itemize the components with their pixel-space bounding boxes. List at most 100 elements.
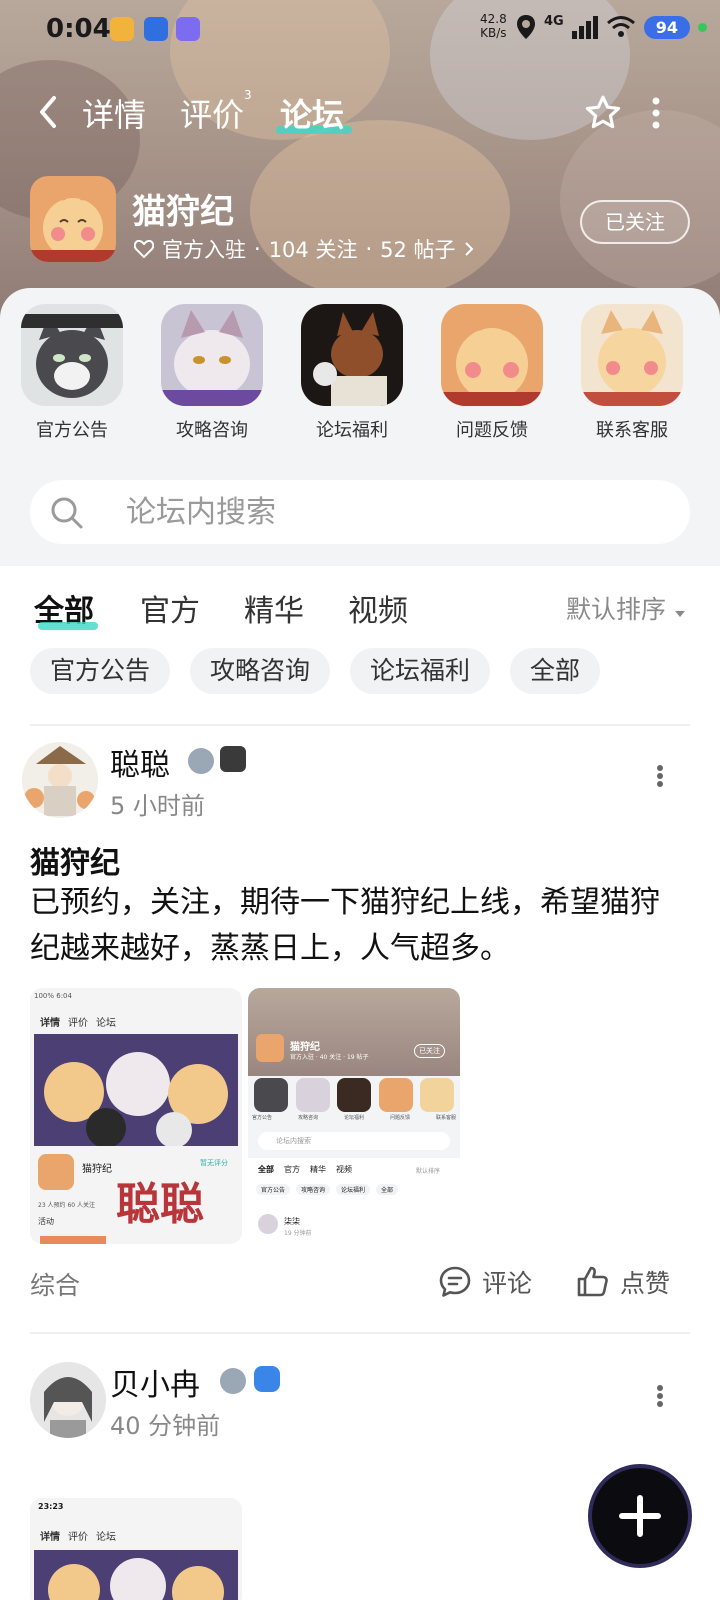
post-category-tag[interactable]: 综合 <box>30 1266 80 1302</box>
thumb-game-icon <box>256 1034 284 1062</box>
thumb-activity: 活动 <box>38 1217 54 1226</box>
category-label: 官方公告 <box>36 420 108 441</box>
thumb-meta: 官方入驻 · 40 关注 · 19 帖子 <box>290 1054 369 1061</box>
battery-badge: 94 <box>643 15 690 39</box>
forum-title: 猫狩纪 <box>132 192 234 232</box>
thumb-header <box>248 988 460 1076</box>
meta-dot: · <box>254 237 261 261</box>
thumb-icon-labels: 官方公告 攻略咨询 论坛福利 问题反馈 联系客服 <box>252 1115 456 1121</box>
thumb-status-time: 23:23 <box>38 1502 64 1511</box>
back-icon[interactable] <box>36 94 60 130</box>
star-icon[interactable] <box>584 94 622 132</box>
thumb-rating: 暂无评分 <box>200 1159 228 1167</box>
tab-forum[interactable]: 论坛 <box>280 90 344 136</box>
net-speed-unit: KB/s <box>480 26 507 40</box>
category-icon <box>441 304 543 406</box>
app-notification-icon <box>110 17 134 41</box>
caret-down-icon <box>674 611 685 617</box>
category-support[interactable]: 联系客服 <box>577 304 687 442</box>
category-announcements[interactable]: 官方公告 <box>17 304 127 442</box>
forum-avatar <box>30 176 116 262</box>
category-row: 官方公告 攻略咨询 论坛福利 问题反馈 联系客服 <box>0 304 720 444</box>
thumb-sort: 默认排序 <box>416 1168 441 1175</box>
thumb-artwork <box>34 1034 238 1146</box>
avatar[interactable] <box>22 742 98 818</box>
category-welfare[interactable]: 论坛福利 <box>297 304 407 442</box>
category-icon <box>301 304 403 406</box>
post-title[interactable]: 猫狩纪 <box>30 838 120 882</box>
tab-reviews[interactable]: 评价 <box>180 90 244 136</box>
thumb-game-name: 猫狩纪 <box>82 1164 112 1175</box>
chevron-right-icon <box>464 242 473 256</box>
thumb-time: 19 分钟前 <box>284 1230 312 1237</box>
post-image[interactable]: 23:23 详情 评价 论坛 <box>30 1498 242 1600</box>
thumb-search: 论坛内搜索 <box>258 1132 450 1150</box>
thumb-tabs: 详情 评价 论坛 <box>40 1018 116 1029</box>
follow-button[interactable]: 已关注 <box>580 200 690 244</box>
thumb-watermark: 聪聪 <box>116 1179 204 1230</box>
level-badge-icon <box>188 748 214 774</box>
filter-tab-official[interactable]: 官方 <box>140 586 200 630</box>
chip-guides[interactable]: 攻略咨询 <box>190 648 331 694</box>
search-icon <box>51 497 83 529</box>
thumb-avatar <box>258 1214 278 1234</box>
thumb-tabs: 详情 评价 论坛 <box>40 1532 116 1543</box>
post-image[interactable]: 猫狩纪 官方入驻 · 40 关注 · 19 帖子 已关注 官方公告 攻略咨询 论坛福… <box>248 988 460 1244</box>
search-box <box>30 480 690 544</box>
signal-icon <box>571 16 598 39</box>
thumb-chips: 官方公告 攻略咨询 论坛福利 全部 <box>256 1184 399 1195</box>
like-label: 点赞 <box>620 1269 671 1298</box>
privacy-indicator <box>697 22 707 32</box>
category-guides[interactable]: 攻略咨询 <box>157 304 267 442</box>
forum-meta[interactable]: 官方入驻 · 104 关注 · 52 帖子 <box>134 234 474 264</box>
chip-announcements[interactable]: 官方公告 <box>30 648 171 694</box>
status-bar: 0:04 42.8 KB/s 4G 94 <box>0 0 720 60</box>
category-label: 论坛福利 <box>316 420 388 441</box>
chip-all[interactable]: 全部 <box>510 648 601 694</box>
sort-dropdown[interactable]: 默认排序 <box>566 590 686 626</box>
avatar[interactable] <box>30 1362 106 1438</box>
thumb-game-icon <box>38 1154 74 1190</box>
game-badge-icon <box>220 746 246 772</box>
post-time: 5 小时前 <box>110 792 205 820</box>
post-author[interactable]: 聪聪 <box>110 740 170 784</box>
meta-dot: · <box>365 237 373 261</box>
category-label: 联系客服 <box>596 420 668 441</box>
more-vertical-icon[interactable] <box>656 1384 664 1408</box>
level-badge-icon <box>220 1368 246 1394</box>
post-body[interactable]: 已预约，关注，期待一下猫狩纪上线，希望猫狩纪越来越好，蒸蒸日上，人气超多。 <box>30 880 670 972</box>
status-time: 0:04 <box>46 14 111 44</box>
post-time: 40 分钟前 <box>110 1412 221 1440</box>
app-notification-icon <box>176 17 200 41</box>
filter-tab-video[interactable]: 视频 <box>348 586 408 630</box>
wifi-icon <box>606 16 635 37</box>
new-post-button[interactable] <box>592 1468 688 1564</box>
post-image[interactable]: 100% 6:04 详情 评价 论坛 猫狩纪 暂无评分 聪聪 23 人预约 60 人… <box>30 988 242 1244</box>
like-button[interactable]: 点赞 <box>576 1264 670 1300</box>
thumb-game-name: 猫狩纪 <box>290 1042 320 1053</box>
followers-count: 104 关注 <box>268 238 358 262</box>
divider <box>30 1332 690 1334</box>
official-badge: 官方入驻 <box>162 238 246 262</box>
app-notification-icon <box>144 17 168 41</box>
net-speed-value: 42.8 <box>480 12 507 26</box>
tab-details[interactable]: 详情 <box>82 90 146 136</box>
thumb-icons <box>254 1078 454 1112</box>
sort-label: 默认排序 <box>566 595 667 624</box>
plus-icon <box>619 1495 661 1537</box>
posts-count: 52 帖子 <box>380 238 456 262</box>
more-vertical-icon[interactable] <box>656 764 664 788</box>
post-feed: 全部 官方 精华 视频 默认排序 官方公告 攻略咨询 论坛福利 全部 聪聪 5 … <box>0 566 720 1600</box>
comment-button[interactable]: 评论 <box>438 1264 532 1300</box>
thumb-author: 柒柒 <box>284 1217 300 1226</box>
filter-underline <box>38 622 98 630</box>
filter-tab-featured[interactable]: 精华 <box>244 586 304 630</box>
chip-welfare[interactable]: 论坛福利 <box>350 648 491 694</box>
thumb-artwork <box>34 1550 238 1600</box>
comment-icon <box>439 1266 471 1297</box>
post-author[interactable]: 贝小冉 <box>110 1360 200 1404</box>
thumb-status: 100% 6:04 <box>34 992 72 1000</box>
more-vertical-icon[interactable] <box>650 96 662 130</box>
category-feedback[interactable]: 问题反馈 <box>437 304 547 442</box>
search-input[interactable] <box>126 488 646 536</box>
